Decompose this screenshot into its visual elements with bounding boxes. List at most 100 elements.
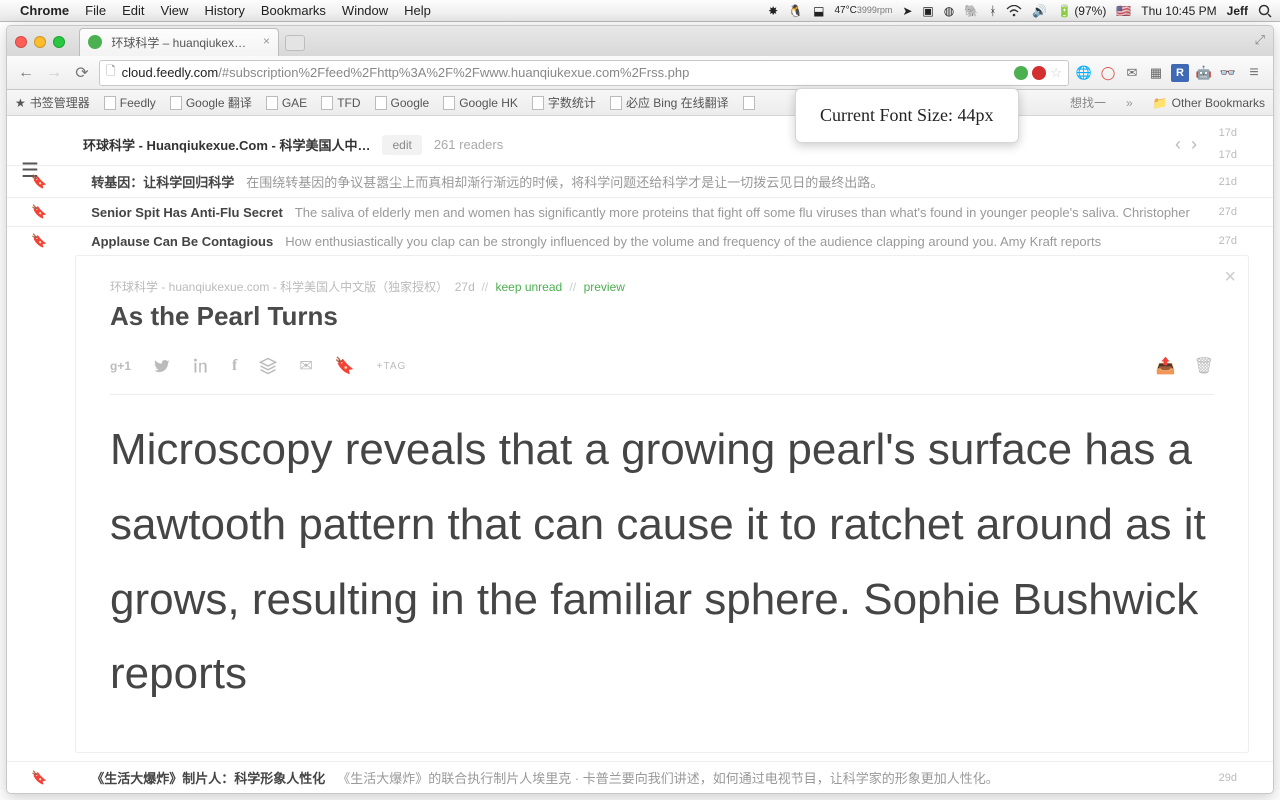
menu-view[interactable]: View bbox=[160, 3, 188, 18]
ext-mail-icon[interactable]: ✉︎ bbox=[1123, 64, 1141, 82]
minimize-window-button[interactable] bbox=[34, 36, 46, 48]
menubar-bluetooth-icon[interactable]: ᚼ bbox=[989, 4, 996, 18]
bookmark-item[interactable]: Feedly bbox=[104, 96, 156, 110]
next-icon[interactable]: › bbox=[1191, 134, 1197, 155]
bookmark-item[interactable]: TFD bbox=[321, 96, 360, 110]
ext-r-icon[interactable]: R bbox=[1171, 64, 1189, 82]
bookmark-item[interactable]: ★ 书签管理器 bbox=[15, 94, 90, 111]
share-out-icon[interactable]: 📤 bbox=[1156, 356, 1176, 376]
menubar-clock[interactable]: Thu 10:45 PM bbox=[1141, 4, 1216, 18]
keep-unread-link[interactable]: keep unread bbox=[495, 280, 562, 294]
facebook-icon[interactable]: f bbox=[232, 357, 237, 375]
ext-mask-icon[interactable]: 👓 bbox=[1219, 64, 1237, 82]
browser-toolbar: ← → ⟳ 🗋 cloud.feedly.com/#subscription%2… bbox=[7, 56, 1273, 90]
menubar-evernote-icon[interactable]: 🐘 bbox=[964, 4, 979, 18]
menu-history[interactable]: History bbox=[204, 3, 244, 18]
bookmark-item[interactable]: Google 翻译 bbox=[170, 94, 252, 111]
zoom-window-button[interactable] bbox=[53, 36, 65, 48]
bookmark-item[interactable] bbox=[743, 96, 755, 110]
list-item[interactable]: 🔖 Applause Can Be Contagious How enthusi… bbox=[7, 226, 1273, 255]
page-info-icon[interactable]: 🗋 bbox=[106, 62, 116, 83]
bookmark-icon[interactable]: 🔖 bbox=[31, 174, 47, 190]
save-bookmark-icon[interactable]: 🔖 bbox=[335, 356, 355, 376]
menu-window[interactable]: Window bbox=[342, 3, 388, 18]
bookmark-item[interactable]: 字数统计 bbox=[532, 94, 596, 111]
menubar-1p-icon[interactable]: ◍ bbox=[944, 4, 954, 18]
menubar-volume-icon[interactable]: 🔊 bbox=[1032, 4, 1047, 18]
linkedin-icon[interactable] bbox=[193, 358, 210, 375]
article-body: Microscopy reveals that a growing pearl'… bbox=[110, 413, 1214, 712]
ext-square-icon[interactable]: ▦ bbox=[1147, 64, 1165, 82]
reload-button[interactable]: ⟳ bbox=[71, 62, 93, 84]
ext-opera-icon[interactable]: ◯ bbox=[1099, 64, 1117, 82]
menubar-user[interactable]: Jeff bbox=[1227, 4, 1248, 18]
prev-icon[interactable]: ‹ bbox=[1175, 134, 1181, 155]
forward-button[interactable]: → bbox=[43, 62, 65, 84]
article-source: 环球科学 - huanqiukexue.com - 科学美国人中文版（独家授权） bbox=[110, 280, 448, 294]
add-tag-button[interactable]: +TAG bbox=[377, 361, 407, 372]
ext-dot-green-icon[interactable] bbox=[1014, 66, 1028, 80]
bookmark-icon[interactable]: 🔖 bbox=[31, 233, 47, 249]
bookmark-icon[interactable]: 🔖 bbox=[31, 204, 47, 220]
ext-android-icon[interactable]: 🤖 bbox=[1195, 64, 1213, 82]
browser-window: 环球科学 – huanqiukexue.c… × ⤢ ← → ⟳ 🗋 cloud… bbox=[6, 25, 1274, 794]
spotlight-icon[interactable] bbox=[1258, 4, 1272, 18]
share-bar: g+1 f ✉︎ 🔖 +TAG 📤 🗑 bbox=[110, 356, 1214, 395]
menubar-app1-icon[interactable]: ▣ bbox=[922, 4, 933, 18]
preview-link[interactable]: preview bbox=[584, 280, 625, 294]
menubar-gear-icon[interactable]: ✸ bbox=[768, 4, 778, 18]
menu-bookmarks[interactable]: Bookmarks bbox=[261, 3, 326, 18]
feed-title: 环球科学 - Huanqiukexue.Com - 科学美国人中… bbox=[83, 135, 370, 154]
menu-help[interactable]: Help bbox=[404, 3, 431, 18]
bookmark-overflow-icon[interactable]: » bbox=[1126, 96, 1133, 110]
menubar-battery-icon[interactable]: 🔋 (97%) bbox=[1057, 4, 1106, 18]
menubar-cursor-icon[interactable]: ➤ bbox=[902, 4, 912, 18]
list-item[interactable]: 🔖 《生活大爆炸》制片人：科学形象人性化 《生活大爆炸》的联合执行制片人埃里克 … bbox=[7, 761, 1273, 793]
close-icon[interactable]: × bbox=[1224, 266, 1236, 289]
chrome-menu-button[interactable]: ≡ bbox=[1243, 62, 1265, 84]
row-title: 《生活大爆炸》制片人：科学形象人性化 bbox=[91, 768, 325, 787]
twitter-icon[interactable] bbox=[153, 357, 171, 375]
browser-tab[interactable]: 环球科学 – huanqiukexue.c… × bbox=[79, 28, 279, 56]
fullscreen-icon[interactable]: ⤢ bbox=[1255, 32, 1265, 48]
bookmark-item-partial[interactable]: 想找一 bbox=[1070, 94, 1106, 111]
trash-icon[interactable]: 🗑 bbox=[1194, 356, 1214, 376]
back-button[interactable]: ← bbox=[15, 62, 37, 84]
menu-edit[interactable]: Edit bbox=[122, 3, 144, 18]
bookmark-item[interactable]: GAE bbox=[266, 96, 307, 110]
new-tab-button[interactable] bbox=[285, 35, 305, 51]
ext-dot-red-icon[interactable] bbox=[1032, 66, 1046, 80]
font-size-tooltip: Current Font Size: 44px bbox=[795, 88, 1019, 143]
menubar-temp: 47°C3999rpm bbox=[834, 6, 892, 16]
bookmarks-bar: ★ 书签管理器 Feedly Google 翻译 GAE TFD Google … bbox=[7, 90, 1273, 116]
row-summary: The saliva of elderly men and women has … bbox=[295, 205, 1207, 220]
bookmark-item[interactable]: Google HK bbox=[443, 96, 518, 110]
menu-file[interactable]: File bbox=[85, 3, 106, 18]
other-bookmarks[interactable]: 📁 Other Bookmarks bbox=[1153, 96, 1265, 110]
article-meta: 环球科学 - huanqiukexue.com - 科学美国人中文版（独家授权）… bbox=[110, 278, 1214, 295]
close-window-button[interactable] bbox=[15, 36, 27, 48]
url-text: cloud.feedly.com/#subscription%2Ffeed%2F… bbox=[122, 65, 1009, 80]
menubar-dropbox-icon[interactable]: ⬓ bbox=[813, 4, 824, 18]
list-item[interactable]: 🔖 转基因：让科学回归科学 在围绕转基因的争议甚嚣尘上而真相却渐行渐远的时候，将… bbox=[7, 165, 1273, 197]
email-icon[interactable]: ✉︎ bbox=[299, 356, 312, 376]
gplus-icon[interactable]: g+1 bbox=[110, 359, 131, 373]
bookmark-item[interactable]: 必应 Bing 在线翻译 bbox=[610, 94, 729, 111]
favicon-icon bbox=[88, 35, 102, 49]
row-age: 21d bbox=[1219, 176, 1237, 188]
buffer-icon[interactable] bbox=[259, 357, 277, 375]
bookmark-star-icon[interactable]: ☆ bbox=[1050, 65, 1062, 81]
bookmark-item[interactable]: Google bbox=[375, 96, 430, 110]
menubar-wifi-icon[interactable] bbox=[1006, 5, 1022, 17]
menubar-qq-icon[interactable]: 🐧 bbox=[788, 4, 803, 18]
edit-feed-button[interactable]: edit bbox=[382, 135, 421, 155]
menubar-flag-icon[interactable]: 🇺🇸 bbox=[1116, 4, 1131, 18]
app-name[interactable]: Chrome bbox=[20, 3, 69, 18]
article-title: As the Pearl Turns bbox=[110, 301, 1214, 332]
bookmark-icon[interactable]: 🔖 bbox=[31, 770, 47, 786]
address-bar[interactable]: 🗋 cloud.feedly.com/#subscription%2Ffeed%… bbox=[99, 60, 1069, 86]
top-dates: 17d 17d bbox=[1219, 122, 1237, 166]
tab-close-icon[interactable]: × bbox=[263, 34, 270, 48]
ext-globe-icon[interactable]: 🌐 bbox=[1075, 64, 1093, 82]
list-item[interactable]: 🔖 Senior Spit Has Anti-Flu Secret The sa… bbox=[7, 197, 1273, 226]
